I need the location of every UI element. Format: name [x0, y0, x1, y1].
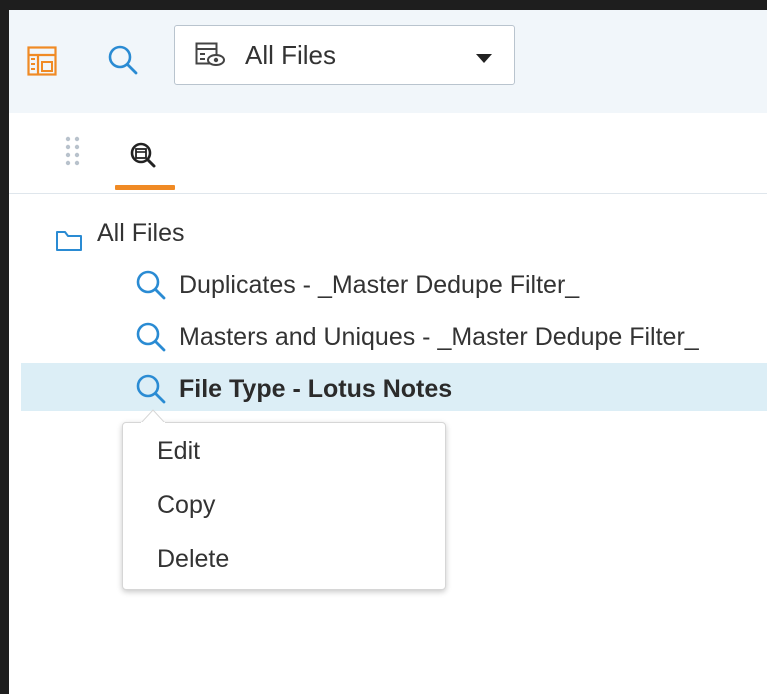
folder-icon	[55, 221, 83, 251]
context-menu-edit[interactable]: Edit	[157, 431, 200, 471]
layout-toggle-icon[interactable]	[27, 46, 57, 76]
context-menu: Edit Copy Delete	[122, 422, 446, 590]
panel-tab-bar	[9, 113, 767, 194]
drag-handle-icon[interactable]	[64, 135, 82, 167]
search-icon[interactable]	[107, 44, 139, 76]
search-icon	[135, 269, 167, 301]
tree-item-label: File Type - Lotus Notes	[179, 375, 453, 403]
saved-search-icon	[130, 142, 156, 168]
toolbar: All Files	[9, 10, 767, 114]
context-menu-copy[interactable]: Copy	[157, 485, 215, 525]
context-menu-pointer	[139, 409, 167, 424]
active-tab-indicator	[115, 185, 175, 190]
tree-root-label: All Files	[97, 219, 185, 247]
tab-saved-searches[interactable]	[115, 125, 175, 191]
search-icon	[135, 321, 167, 353]
search-icon	[135, 373, 167, 405]
browser-panel: All Files Duplicates - _Master Dedupe Fi…	[9, 113, 767, 694]
saved-view-icon	[195, 42, 225, 68]
view-selector-label: All Files	[245, 40, 337, 70]
view-selector-dropdown[interactable]: All Files	[174, 25, 515, 85]
tree-item-label: Masters and Uniques - _Master Dedupe Fil…	[179, 323, 699, 351]
context-menu-delete[interactable]: Delete	[157, 539, 229, 579]
tree-item-label: Duplicates - _Master Dedupe Filter_	[179, 271, 580, 299]
chevron-down-icon	[476, 51, 492, 63]
